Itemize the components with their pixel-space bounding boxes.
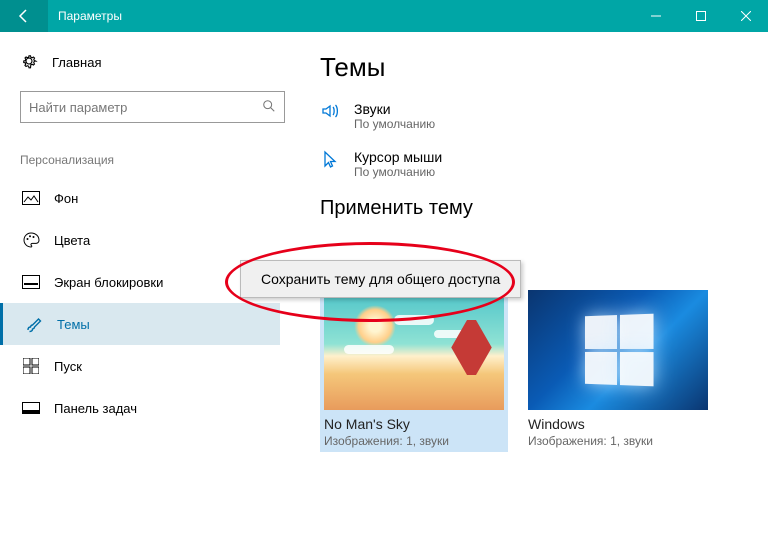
taskbar-icon (22, 402, 40, 414)
sidebar-item-label: Темы (57, 317, 90, 332)
setting-sounds[interactable]: Звуки По умолчанию (320, 101, 768, 131)
setting-sub: По умолчанию (354, 117, 435, 131)
setting-title: Звуки (354, 101, 435, 117)
themes-list: No Man's Sky Изображения: 1, звуки Windo… (320, 290, 768, 452)
gear-icon (20, 52, 38, 73)
back-button[interactable] (0, 0, 48, 32)
setting-sub: По умолчанию (354, 165, 442, 179)
picture-icon (22, 191, 40, 205)
home-nav[interactable]: Главная (20, 52, 300, 73)
page-title: Темы (320, 52, 768, 83)
context-menu-item-save-share[interactable]: Сохранить тему для общего доступа (241, 261, 520, 297)
theme-card[interactable]: Windows Изображения: 1, звуки (528, 290, 708, 452)
sidebar-item-taskbar[interactable]: Панель задач (20, 387, 300, 429)
sound-icon (320, 101, 340, 121)
palette-icon (22, 231, 40, 249)
search-icon (262, 99, 276, 116)
section-label: Персонализация (20, 153, 300, 167)
window-title: Параметры (48, 9, 633, 23)
close-button[interactable] (723, 0, 768, 32)
sidebar-item-colors[interactable]: Цвета (20, 219, 300, 261)
minimize-button[interactable] (633, 0, 678, 32)
cursor-icon (320, 149, 340, 169)
theme-sub: Изображения: 1, звуки (324, 434, 504, 448)
apply-theme-heading: Применить тему (320, 197, 768, 220)
lockscreen-icon (22, 275, 40, 289)
titlebar: Параметры (0, 0, 768, 32)
setting-cursor[interactable]: Курсор мыши По умолчанию (320, 149, 768, 179)
maximize-button[interactable] (678, 0, 723, 32)
sidebar-item-label: Цвета (54, 233, 90, 248)
theme-thumbnail (324, 290, 504, 410)
search-input[interactable]: Найти параметр (20, 91, 285, 123)
search-placeholder: Найти параметр (29, 100, 127, 115)
home-label: Главная (52, 55, 101, 70)
main-content: Темы Звуки По умолчанию Курсор мыши По у… (300, 32, 768, 559)
setting-title: Курсор мыши (354, 149, 442, 165)
sidebar-item-label: Пуск (54, 359, 82, 374)
theme-thumbnail (528, 290, 708, 410)
sidebar-item-label: Панель задач (54, 401, 137, 416)
sidebar-item-start[interactable]: Пуск (20, 345, 300, 387)
theme-name: No Man's Sky (324, 416, 504, 432)
start-icon (22, 358, 40, 374)
sidebar-item-label: Фон (54, 191, 78, 206)
sidebar-item-themes[interactable]: Темы (0, 303, 280, 345)
window-controls (633, 0, 768, 32)
sidebar-item-label: Экран блокировки (54, 275, 163, 290)
windows-logo-icon (585, 314, 654, 387)
context-menu: Сохранить тему для общего доступа (240, 260, 521, 298)
theme-card[interactable]: No Man's Sky Изображения: 1, звуки (320, 286, 508, 452)
theme-sub: Изображения: 1, звуки (528, 434, 708, 448)
brush-icon (25, 315, 43, 333)
theme-name: Windows (528, 416, 708, 432)
sidebar-item-background[interactable]: Фон (20, 177, 300, 219)
